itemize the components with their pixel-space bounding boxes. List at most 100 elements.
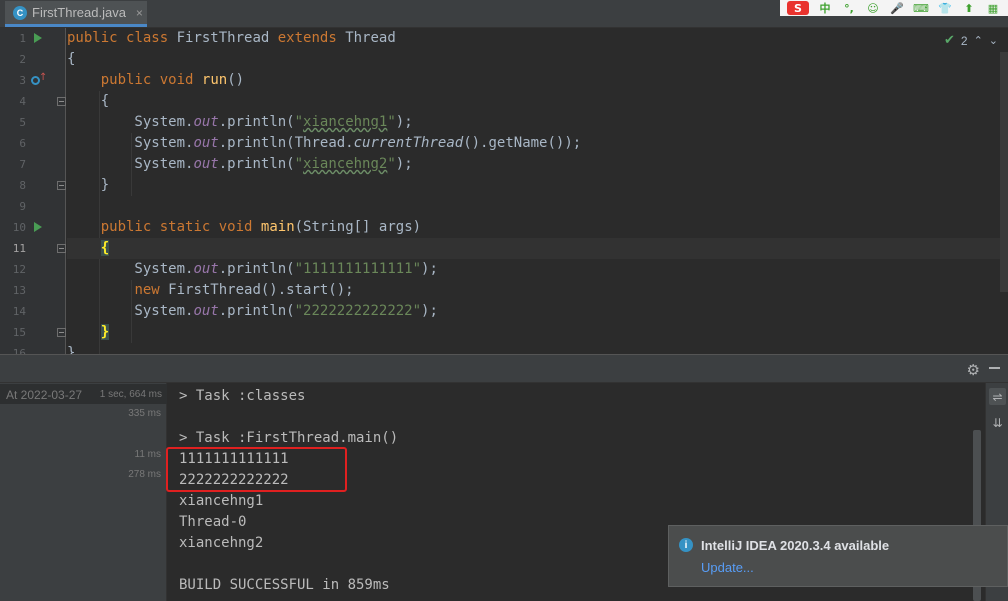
- code-area[interactable]: public class FirstThread extends Thread {…: [67, 28, 1008, 354]
- line-number[interactable]: 15: [0, 322, 26, 343]
- keyboard-icon[interactable]: ⌨: [913, 1, 929, 15]
- code-token: System.: [67, 156, 194, 172]
- code-token: println(Thread.: [227, 135, 354, 151]
- line-number[interactable]: 1: [0, 28, 26, 49]
- line-number[interactable]: 10: [0, 217, 26, 238]
- highlight-annotation-box: [166, 447, 347, 492]
- emoji-icon[interactable]: ☺: [865, 1, 881, 15]
- line-number[interactable]: 7: [0, 154, 26, 175]
- line-number[interactable]: 14: [0, 301, 26, 322]
- console-line: xiancehng2: [179, 535, 264, 551]
- code-line[interactable]: System.out.println(Thread.currentThread(…: [67, 133, 1008, 154]
- code-token: xiancehng1: [303, 114, 388, 130]
- line-number[interactable]: 12: [0, 259, 26, 280]
- code-token: .: [218, 135, 228, 151]
- code-line[interactable]: System.out.println("xiancehng2");: [67, 154, 1008, 175]
- code-token: void: [218, 219, 261, 235]
- code-token: System.: [67, 135, 194, 151]
- code-token: ": [294, 156, 304, 172]
- code-line[interactable]: [67, 196, 1008, 217]
- line-number[interactable]: 16: [0, 343, 26, 354]
- info-icon: i: [679, 538, 693, 552]
- console-line: xiancehng1: [179, 493, 264, 509]
- code-line[interactable]: {: [67, 91, 1008, 112]
- fold-icon[interactable]: [57, 97, 66, 106]
- chinese-mode-icon[interactable]: 中: [817, 1, 833, 15]
- code-line[interactable]: public void run(): [67, 70, 1008, 91]
- microphone-icon[interactable]: 🎤: [889, 1, 905, 15]
- code-editor[interactable]: 1 2 3 ↑ 4 5 6 7 8 9 10 11 12 13 14 15 16 public class Fi…: [0, 28, 1008, 354]
- line-number[interactable]: 6: [0, 133, 26, 154]
- code-token: public: [67, 30, 127, 46]
- line-number[interactable]: 9: [0, 196, 26, 217]
- line-number[interactable]: 11: [0, 238, 26, 259]
- tab-firstthread-java[interactable]: C FirstThread.java ×: [5, 1, 147, 27]
- close-icon[interactable]: ×: [136, 6, 143, 20]
- code-line[interactable]: public static void main(String[] args): [67, 217, 1008, 238]
- code-token: println(: [227, 303, 295, 319]
- code-line[interactable]: }: [67, 343, 1008, 354]
- soft-wrap-icon[interactable]: ⇌: [989, 388, 1006, 405]
- code-token: public: [100, 72, 160, 88]
- line-number[interactable]: 13: [0, 280, 26, 301]
- upload-icon[interactable]: ⬆: [961, 1, 977, 15]
- code-token: "2222222222222": [294, 303, 422, 319]
- inspection-count: 2: [960, 33, 968, 48]
- code-token: System.: [67, 114, 194, 130]
- fold-icon[interactable]: [57, 244, 66, 253]
- grid-icon[interactable]: ▦: [985, 1, 1001, 15]
- code-line[interactable]: }: [67, 322, 1008, 343]
- console-line: Thread-0: [179, 514, 247, 530]
- code-line[interactable]: new FirstThread().start();: [67, 280, 1008, 301]
- code-token: println(: [227, 261, 295, 277]
- run-gutter-icon[interactable]: [34, 33, 42, 43]
- line-number[interactable]: 2: [0, 49, 26, 70]
- code-line[interactable]: System.out.println("2222222222222");: [67, 301, 1008, 322]
- code-token: ().getName());: [463, 135, 582, 151]
- fold-icon[interactable]: [57, 181, 66, 190]
- update-notification: i IntelliJ IDEA 2020.3.4 available Updat…: [668, 525, 1008, 587]
- code-line[interactable]: {: [67, 238, 1008, 259]
- code-line[interactable]: public class FirstThread extends Thread: [67, 28, 1008, 49]
- inspection-widget[interactable]: ✔ 2 ⌃ ⌄: [944, 33, 998, 48]
- scroll-to-end-icon[interactable]: ⇊: [989, 414, 1006, 431]
- code-token: System.: [67, 261, 194, 277]
- run-tree-row[interactable]: At 2022-03-27 1 sec, 664 ms: [0, 384, 167, 404]
- console-line: > Task :classes: [179, 388, 306, 404]
- line-number[interactable]: 8: [0, 175, 26, 196]
- update-link[interactable]: Update...: [701, 560, 754, 575]
- run-gutter-icon[interactable]: [34, 222, 42, 232]
- sogou-icon[interactable]: S: [787, 1, 809, 15]
- code-token: (): [227, 72, 245, 88]
- code-token: main: [260, 219, 295, 235]
- gear-icon[interactable]: ⚙: [967, 361, 980, 379]
- minimize-icon[interactable]: [989, 367, 1000, 369]
- editor-scrollbar[interactable]: [1000, 52, 1008, 292]
- code-token: ": [294, 114, 304, 130]
- code-line[interactable]: System.out.println("1111111111111");: [67, 259, 1008, 280]
- code-line[interactable]: {: [67, 49, 1008, 70]
- punctuation-icon[interactable]: °,: [841, 1, 857, 15]
- line-number[interactable]: 3: [0, 70, 26, 91]
- code-token: Thread: [345, 30, 396, 46]
- code-token: new: [134, 282, 169, 298]
- line-number[interactable]: 4: [0, 91, 26, 112]
- line-number[interactable]: 5: [0, 112, 26, 133]
- code-line[interactable]: }: [67, 175, 1008, 196]
- code-token: System.: [67, 303, 194, 319]
- check-icon: ✔: [943, 33, 955, 48]
- code-token: out: [193, 303, 219, 319]
- fold-icon[interactable]: [57, 328, 66, 337]
- code-token: {: [100, 240, 110, 256]
- chevron-down-icon[interactable]: ⌄: [989, 34, 998, 47]
- chevron-up-icon[interactable]: ⌃: [974, 34, 983, 47]
- code-line[interactable]: System.out.println("xiancehng1");: [67, 112, 1008, 133]
- skin-icon[interactable]: 👕: [937, 1, 953, 15]
- code-token: }: [67, 345, 76, 354]
- code-token: .: [218, 261, 228, 277]
- code-token: out: [193, 261, 219, 277]
